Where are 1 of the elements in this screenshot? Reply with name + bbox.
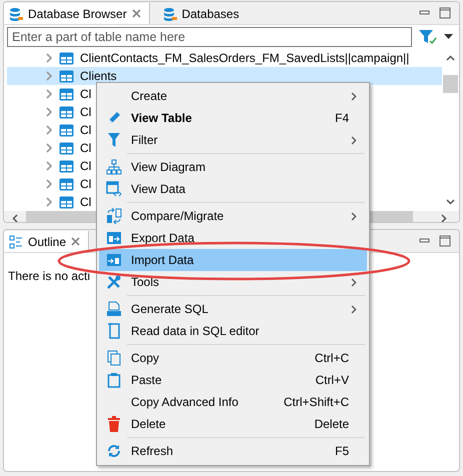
empty-message: There is no acti	[8, 269, 90, 283]
